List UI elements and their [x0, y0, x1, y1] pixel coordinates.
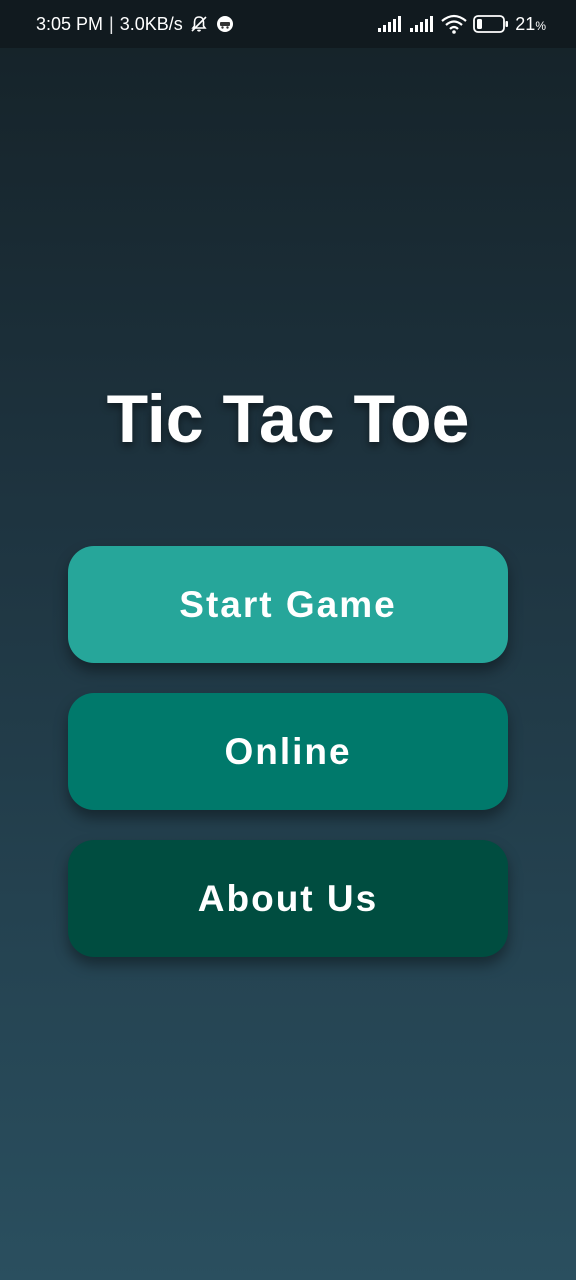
- online-button[interactable]: Online: [68, 693, 508, 810]
- status-bar: 3:05 PM | 3.0KB/s 21%: [0, 0, 576, 48]
- status-left: 3:05 PM | 3.0KB/s: [36, 14, 235, 35]
- signal-sim2-icon: [409, 15, 435, 33]
- battery-percent-unit: %: [535, 18, 546, 33]
- start-game-label: Start Game: [179, 583, 397, 625]
- status-time: 3:05 PM: [36, 13, 104, 34]
- app-notification-icon: [215, 14, 235, 34]
- about-us-label: About Us: [197, 877, 379, 919]
- network-speed: 3.0KB/s: [119, 13, 183, 34]
- battery-percent: 21%: [515, 14, 546, 35]
- app-title: Tic Tac Toe: [106, 381, 470, 457]
- signal-sim1-icon: [377, 15, 403, 33]
- wifi-icon: [441, 14, 468, 34]
- start-game-button[interactable]: Start Game: [68, 546, 508, 663]
- battery-percent-value: 21: [515, 13, 536, 34]
- status-right: 21%: [377, 14, 546, 35]
- battery-icon: [473, 15, 509, 33]
- online-label: Online: [224, 730, 352, 772]
- status-separator: |: [109, 13, 114, 34]
- bell-off-icon: [189, 14, 209, 34]
- about-us-button[interactable]: About Us: [68, 840, 508, 957]
